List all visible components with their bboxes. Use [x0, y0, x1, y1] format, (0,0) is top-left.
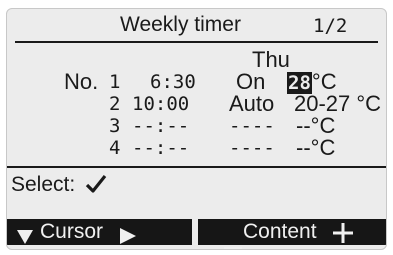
row-2-mode[interactable]: Auto [229, 91, 274, 117]
row-3-number: 3 [109, 115, 121, 137]
row-4-temperature[interactable]: --°C [296, 135, 335, 161]
cursor-button[interactable]: Cursor [7, 219, 192, 245]
row-3-time[interactable]: --:-- [132, 115, 189, 137]
cursor-label: Cursor [40, 220, 104, 243]
select-label: Select: [11, 173, 76, 196]
row-4-number: 4 [109, 137, 121, 159]
row-3-mode[interactable]: ---- [229, 115, 275, 137]
function-button-bar: Cursor Content [7, 215, 386, 249]
minus-icon [224, 231, 242, 249]
content-button[interactable]: Content [198, 219, 386, 249]
row-1-label: No. [64, 69, 99, 94]
row-2-time[interactable]: 10:00 [132, 93, 189, 115]
check-icon [85, 173, 107, 200]
content-label: Content [243, 220, 317, 243]
plus-icon [333, 223, 353, 249]
cursor-left-icon [17, 225, 33, 249]
cursor-right-icon [120, 225, 136, 249]
row-1-number: 1 [109, 71, 121, 93]
row-4-time[interactable]: --:-- [132, 137, 189, 159]
row-1-time[interactable]: 6:30 [150, 71, 196, 93]
row-4-mode[interactable]: ---- [229, 137, 275, 159]
select-separator [7, 166, 386, 168]
screen-title: Weekly timer [120, 13, 241, 36]
lcd-screen: Weekly timer 1/2 Thu No. 1 6:30 On 28°C … [6, 8, 387, 250]
header-separator [15, 41, 378, 43]
remote-controller-bezel: Weekly timer 1/2 Thu No. 1 6:30 On 28°C … [0, 0, 393, 255]
page-indicator: 1/2 [313, 15, 348, 37]
row-2-number: 2 [109, 93, 121, 115]
